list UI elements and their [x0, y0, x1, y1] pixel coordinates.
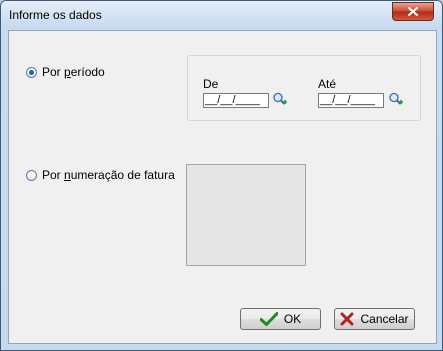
to-label: Até: [318, 77, 337, 91]
date-to-lookup-icon[interactable]: [388, 92, 403, 107]
radio-label-numeracao: Por numeração de fatura: [42, 168, 175, 182]
x-mark-icon: [340, 312, 354, 326]
cancel-button[interactable]: Cancelar: [334, 308, 415, 330]
title-bar[interactable]: Informe os dados: [1, 1, 442, 29]
window-title: Informe os dados: [9, 8, 102, 22]
radio-circle-periodo[interactable]: [26, 66, 37, 78]
radio-label-periodo: Por período: [42, 65, 105, 79]
invoice-number-panel: [186, 164, 306, 266]
close-button[interactable]: [392, 2, 434, 21]
date-to-input[interactable]: __/__/____: [318, 93, 384, 108]
ok-button[interactable]: OK: [240, 308, 321, 330]
radio-circle-numeracao[interactable]: [26, 169, 37, 181]
from-label: De: [203, 77, 219, 91]
cancel-button-label: Cancelar: [360, 312, 409, 326]
check-icon: [259, 312, 278, 326]
date-from-lookup-icon[interactable]: [272, 92, 287, 107]
dialog-window: Informe os dados Por período De __/__/__…: [0, 0, 443, 351]
ok-button-label: OK: [283, 312, 302, 326]
dialog-content: Por período De __/__/____ Até __/__/____…: [8, 30, 437, 344]
radio-por-periodo[interactable]: Por período: [26, 65, 105, 79]
radio-selected-dot: [29, 69, 34, 75]
close-icon: [408, 7, 418, 16]
period-group: De __/__/____ Até __/__/____: [187, 55, 421, 121]
radio-por-numeracao[interactable]: Por numeração de fatura: [26, 168, 175, 182]
date-from-input[interactable]: __/__/____: [203, 93, 269, 108]
